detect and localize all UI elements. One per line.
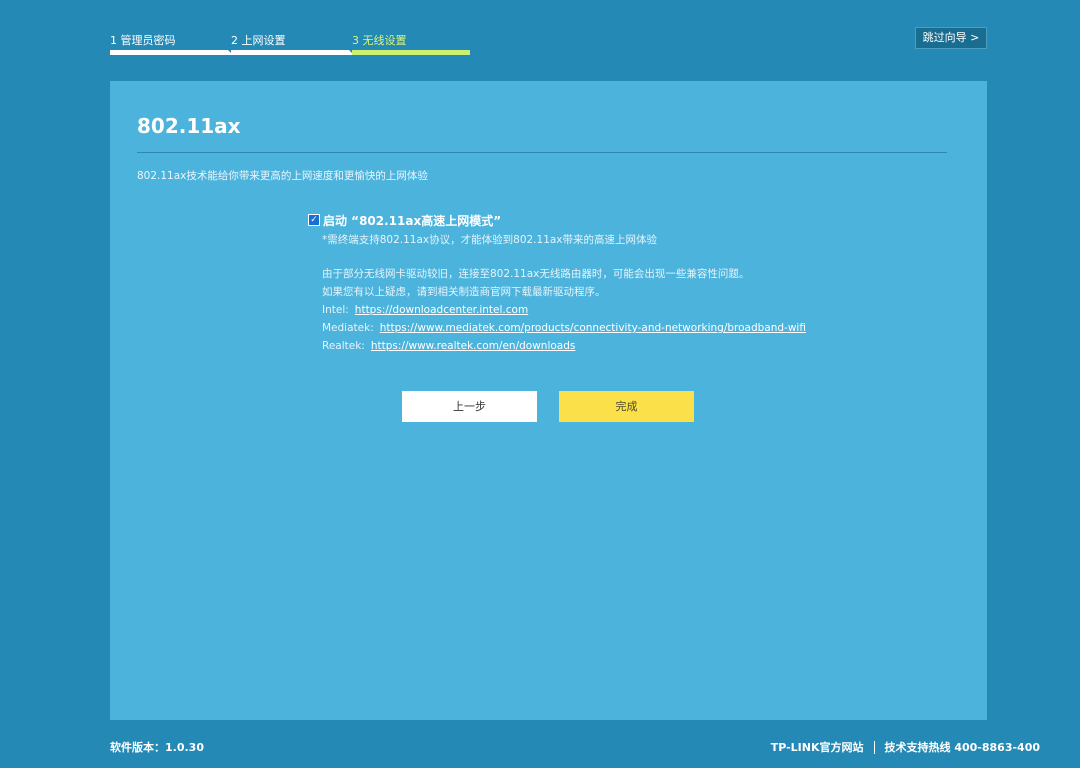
step-label: 2 上网设置	[231, 34, 286, 47]
ax-mode-note: *需终端支持802.11ax协议，才能体验到802.11ax带来的高速上网体验	[322, 234, 658, 246]
page-title: 802.11ax	[137, 114, 241, 138]
info-line: 如果您有以上疑虑，请到相关制造商官网下载最新驱动程序。	[322, 286, 606, 298]
vendor-name: Realtek:	[322, 340, 365, 352]
vendor-mediatek: Mediatek: https://www.mediatek.com/produc…	[322, 319, 868, 337]
info-line: 由于部分无线网卡驱动较旧，连接至802.11ax无线路由器时，可能会出现一些兼容…	[322, 268, 750, 280]
mediatek-driver-link[interactable]: https://www.mediatek.com/products/connec…	[380, 322, 806, 334]
vendor-intel: Intel: https://downloadcenter.intel.com	[322, 301, 868, 319]
footer-separator	[873, 740, 875, 754]
divider	[137, 152, 947, 153]
support-hotline: 技术支持热线 400-8863-400	[884, 741, 1041, 754]
step-wireless-settings: 3 无线设置	[352, 30, 473, 56]
realtek-driver-link[interactable]: https://www.realtek.com/en/downloads	[371, 340, 576, 352]
step-label: 1 管理员密码	[110, 34, 176, 47]
vendor-name: Mediatek:	[322, 322, 374, 334]
wizard-stepper: 1 管理员密码 2 上网设置 3 无线设置	[110, 30, 474, 58]
vendor-realtek: Realtek: https://www.realtek.com/en/downl…	[322, 337, 868, 355]
footer-links: TP-LINK官方网站 技术支持热线 400-8863-400	[771, 739, 1040, 755]
step-progress-bar	[110, 50, 233, 55]
step-internet-settings: 2 上网设置	[231, 30, 354, 56]
ax-mode-label: 启动 “802.11ax高速上网模式”	[323, 213, 502, 228]
ax-mode-checkbox[interactable]: ✓	[308, 214, 320, 226]
finish-button[interactable]: 完成	[559, 391, 694, 422]
previous-step-button[interactable]: 上一步	[402, 391, 537, 422]
step-progress-bar	[231, 50, 354, 55]
official-site-link[interactable]: TP-LINK官方网站	[771, 739, 864, 755]
ax-mode-option: ✓ 启动 “802.11ax高速上网模式” *需终端支持802.11ax协议，才…	[308, 211, 868, 355]
step-progress-bar	[352, 50, 470, 55]
compatibility-info: 由于部分无线网卡驱动较旧，连接至802.11ax无线路由器时，可能会出现一些兼容…	[322, 265, 868, 355]
step-admin-password: 1 管理员密码	[110, 30, 233, 56]
panel-description: 802.11ax技术能给你带来更高的上网速度和更愉快的上网体验	[137, 170, 428, 182]
skip-wizard-button[interactable]: 跳过向导 >	[915, 27, 987, 49]
software-version: 软件版本：1.0.30	[110, 741, 204, 754]
step-label: 3 无线设置	[352, 34, 407, 47]
settings-panel: 802.11ax 802.11ax技术能给你带来更高的上网速度和更愉快的上网体验…	[110, 81, 987, 720]
vendor-name: Intel:	[322, 304, 349, 316]
intel-driver-link[interactable]: https://downloadcenter.intel.com	[355, 304, 528, 316]
ax-mode-row[interactable]: ✓ 启动 “802.11ax高速上网模式”	[308, 211, 868, 229]
